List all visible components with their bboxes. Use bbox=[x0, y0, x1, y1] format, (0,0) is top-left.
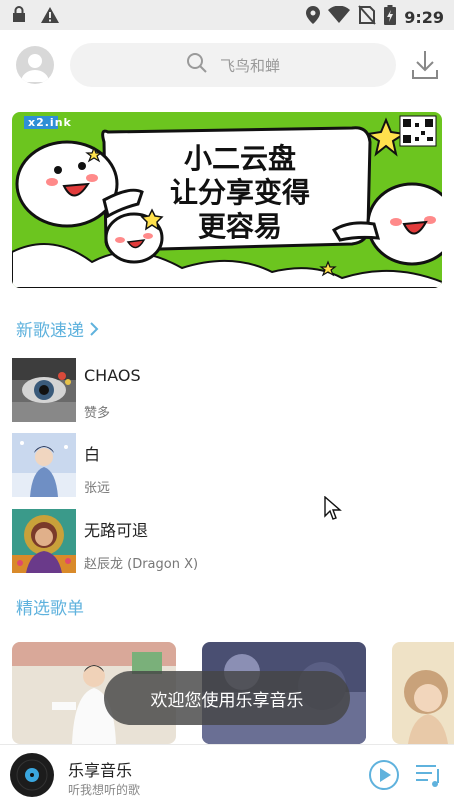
playlist-card[interactable] bbox=[392, 642, 454, 744]
mini-player[interactable]: 乐享音乐 听我想听的歌 bbox=[0, 744, 454, 808]
battery-charging-icon bbox=[384, 5, 397, 29]
banner-line-1: 小二云盘 bbox=[183, 142, 296, 175]
chevron-right-icon bbox=[89, 321, 99, 341]
playlist-icon[interactable] bbox=[414, 761, 442, 793]
section-featured-playlists: 精选歌单 bbox=[16, 594, 84, 619]
song-title: 白 bbox=[84, 445, 101, 464]
song-item[interactable]: 白 张远 bbox=[12, 433, 442, 497]
banner-brand: x2.ink bbox=[28, 116, 72, 129]
status-time: 9:29 bbox=[404, 7, 444, 27]
top-header: 飞鸟和蝉 bbox=[0, 30, 454, 102]
section-playlists-title: 精选歌单 bbox=[16, 599, 84, 619]
song-item[interactable]: CHAOS 赞多 bbox=[12, 358, 442, 422]
song-cover bbox=[12, 509, 76, 573]
player-subtitle: 听我想听的歌 bbox=[68, 783, 141, 797]
song-item[interactable]: 无路可退 赵辰龙 (Dragon X) bbox=[12, 509, 442, 573]
avatar[interactable] bbox=[16, 46, 54, 84]
song-artist: 赵辰龙 (Dragon X) bbox=[84, 557, 199, 572]
search-icon bbox=[186, 52, 208, 78]
player-title: 乐享音乐 bbox=[68, 761, 133, 780]
section-new-songs-title: 新歌速递 bbox=[16, 321, 84, 341]
play-icon[interactable] bbox=[368, 759, 400, 795]
search-placeholder: 飞鸟和蝉 bbox=[219, 56, 280, 75]
location-icon bbox=[306, 6, 321, 28]
song-title: CHAOS bbox=[84, 366, 141, 385]
lock-icon bbox=[12, 6, 26, 28]
search-input[interactable]: 飞鸟和蝉 bbox=[70, 43, 396, 87]
banner-line-3: 更容易 bbox=[197, 210, 282, 243]
song-artist: 张远 bbox=[84, 481, 111, 496]
song-cover bbox=[12, 433, 76, 497]
banner-line-2: 让分享变得 bbox=[169, 176, 310, 209]
song-cover bbox=[12, 358, 76, 422]
warning-icon bbox=[40, 6, 60, 28]
wifi-icon bbox=[328, 5, 351, 28]
song-title: 无路可退 bbox=[84, 521, 149, 540]
mouse-cursor-icon bbox=[324, 495, 342, 526]
banner-text: 小二云盘 让分享变得 更容易 bbox=[116, 142, 364, 244]
album-disc bbox=[10, 753, 54, 797]
no-sim-icon bbox=[358, 5, 376, 29]
song-artist: 赞多 bbox=[84, 406, 111, 421]
download-icon[interactable] bbox=[410, 48, 440, 82]
toast-message: 欢迎您使用乐享音乐 bbox=[104, 671, 350, 725]
promo-banner[interactable]: x2.ink 小二云盘 让分享变得 更容易 bbox=[12, 112, 442, 288]
section-new-songs[interactable]: 新歌速递 bbox=[16, 316, 99, 341]
status-bar: 9:29 bbox=[0, 0, 454, 30]
